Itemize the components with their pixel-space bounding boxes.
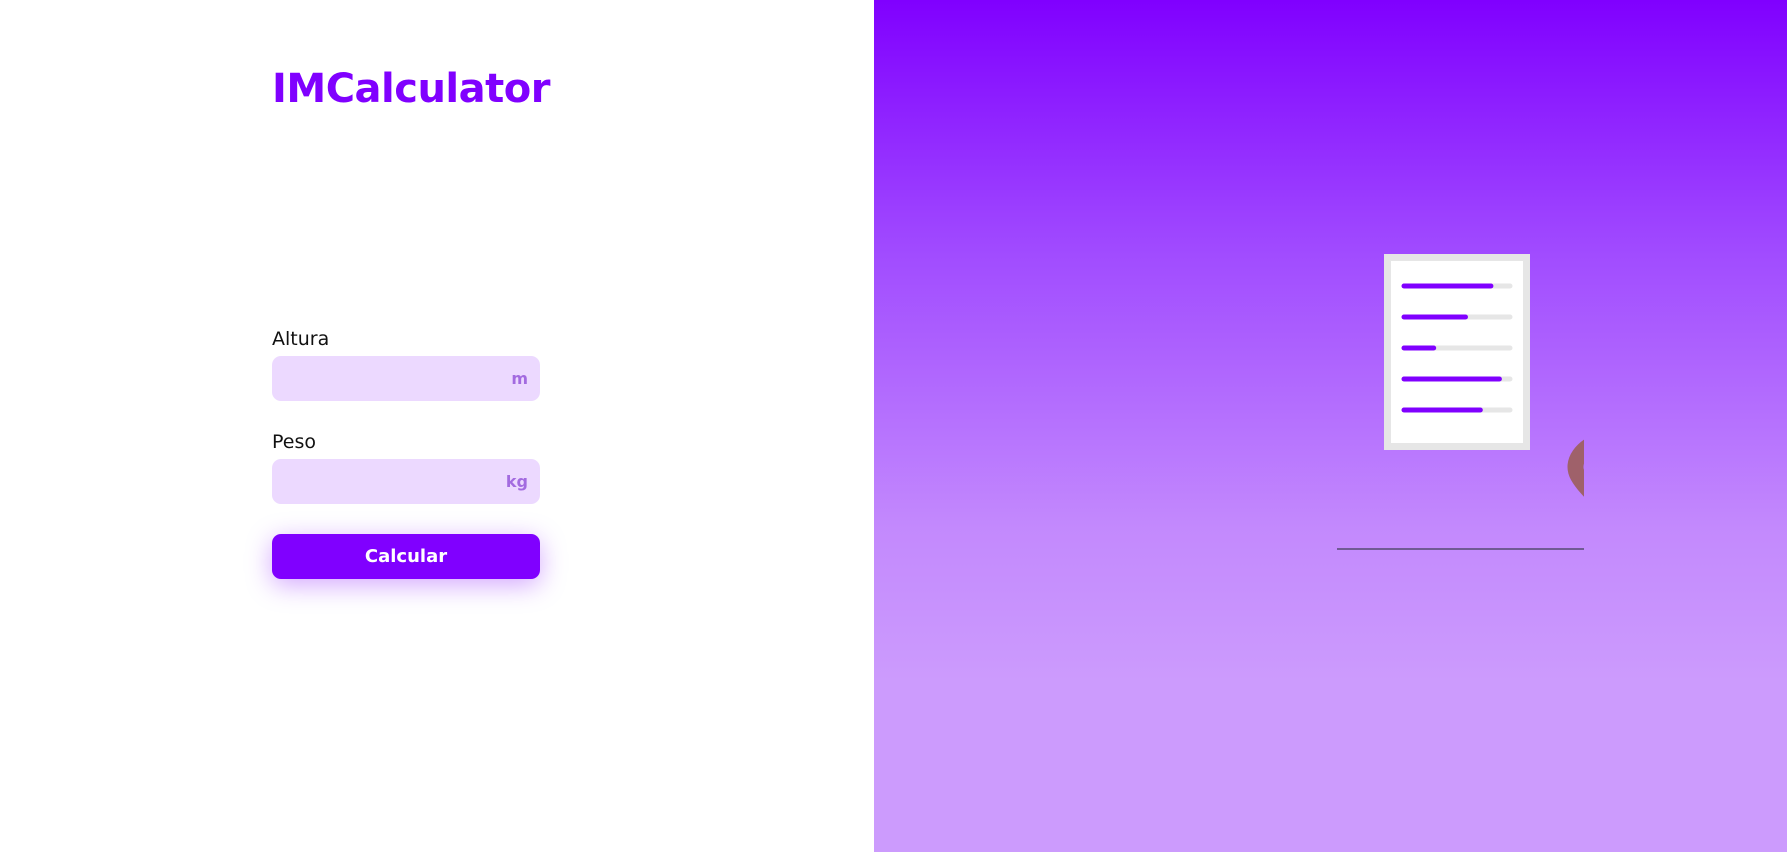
height-unit: m bbox=[511, 369, 528, 388]
height-input[interactable] bbox=[272, 356, 540, 401]
weight-field-group: Peso kg bbox=[272, 431, 540, 504]
weight-input-wrapper: kg bbox=[272, 459, 540, 504]
imc-form: Altura m Peso kg Calcular bbox=[272, 328, 540, 579]
weight-input[interactable] bbox=[272, 459, 540, 504]
weight-label: Peso bbox=[272, 431, 316, 453]
height-input-wrapper: m bbox=[272, 356, 540, 401]
runner-figure bbox=[1567, 439, 1584, 497]
illustration-panel bbox=[874, 0, 1787, 852]
form-panel: IMCalculator Altura m Peso kg Calcular bbox=[0, 0, 874, 852]
page: IMCalculator Altura m Peso kg Calcular bbox=[0, 0, 1787, 852]
app-title: IMCalculator bbox=[272, 66, 550, 112]
height-label: Altura bbox=[272, 328, 330, 350]
runner-with-checklist-illustration bbox=[1337, 254, 1584, 550]
checklist-document bbox=[1384, 254, 1530, 450]
calculate-button[interactable]: Calcular bbox=[272, 534, 540, 579]
height-field-group: Altura m bbox=[272, 328, 540, 401]
weight-unit: kg bbox=[505, 472, 528, 491]
